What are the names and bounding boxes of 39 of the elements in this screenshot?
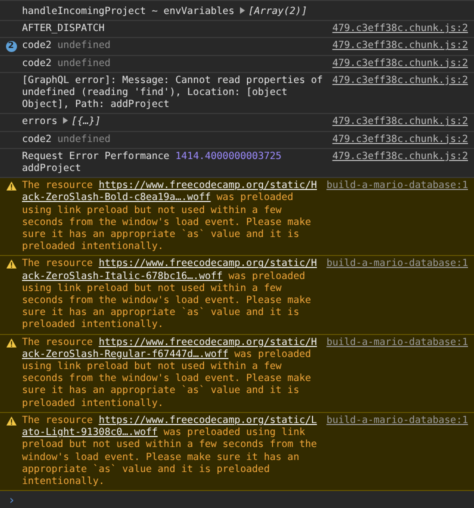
expandable-value[interactable]: [Array(2)] <box>240 6 308 17</box>
warning-text: The resource https://www.freecodecamp.org/static/Hack-ZeroSlash-Bold-c8ea19a….woff was preloaded using link preload but not used within a few seconds from the window's load event. Please make sure it has an appropriate `as` value and it is preloaded intentionally. <box>22 180 318 254</box>
repeat-count-badge: 2 <box>6 41 16 52</box>
source-link[interactable]: 479.c3eff38c.chunk.js:2 <box>332 150 468 164</box>
warning-text: The resource https://www.freecodecamp.org/static/Hack-ZeroSlash-Italic-678bc16….woff was preloaded using link preload but not used within a few seconds from the window's load event. Please make sure it has an appropriate `as` value and it is preloaded intentionally. <box>22 258 318 332</box>
warning-icon <box>6 259 16 270</box>
warning-icon <box>6 338 16 348</box>
message-text: code2 <box>22 40 52 52</box>
warning-text: The resource https://www.freecodecamp.org/static/Lato-Light-91308c0….woff was preloaded using link preload but not used within a few seconds from the window's load event. Please make sure it has an appropriate `as` value and it is preloaded intentionally. <box>22 414 318 488</box>
message-text: errors <box>22 116 58 128</box>
source-link[interactable]: 479.c3eff38c.chunk.js:2 <box>332 116 468 129</box>
message-text: AFTER_DISPATCH <box>22 23 105 34</box>
source-link[interactable]: 479.c3eff38c.chunk.js:2 <box>332 134 468 146</box>
console-prompt[interactable]: › <box>0 491 474 508</box>
warning-text: The resource https://www.freecodecamp.org/static/Hack-ZeroSlash-Regular-f67447d….woff was preloaded using link preload but not used within a few seconds from the window's load event. Please make sure it has an appropriate `as` value and it is preloaded intentionally. <box>22 336 318 410</box>
source-link[interactable]: 479.c3eff38c.chunk.js:2 <box>332 74 468 88</box>
message-text: addProject <box>22 163 81 174</box>
number-value: 1414.4000000003725 <box>175 150 282 162</box>
source-link[interactable]: build-a-mario-database:1 <box>326 336 468 349</box>
message-text: code2 <box>22 58 52 69</box>
source-link[interactable]: 479.c3eff38c.chunk.js:2 <box>332 40 468 53</box>
expand-triangle-icon[interactable] <box>63 117 68 124</box>
message-text: Request Error Performance <box>22 150 170 162</box>
warning-icon <box>6 416 16 426</box>
source-link[interactable]: build-a-mario-database:1 <box>326 258 468 271</box>
message-text: code2 <box>22 134 52 145</box>
prompt-chevron: › <box>8 493 16 508</box>
expandable-value[interactable]: [{…}] <box>63 116 101 128</box>
value-text: undefined <box>57 40 110 52</box>
warning-icon <box>6 181 16 192</box>
source-link[interactable]: 479.c3eff38c.chunk.js:2 <box>332 23 468 36</box>
source-link[interactable]: build-a-mario-database:1 <box>326 180 468 192</box>
value-text: undefined <box>57 58 110 69</box>
expand-triangle-icon[interactable] <box>240 7 246 14</box>
value-text: undefined <box>57 134 110 145</box>
source-link[interactable]: 479.c3eff38c.chunk.js:2 <box>332 58 468 70</box>
source-link[interactable]: build-a-mario-database:1 <box>326 414 468 428</box>
message-text: handleIncomingProject ~ envVariables <box>22 6 234 17</box>
message-text: [GraphQL error]: Message: Cannot read properties of undefined (reading 'find'), Location: [object Object], Path: addProject <box>22 74 323 110</box>
